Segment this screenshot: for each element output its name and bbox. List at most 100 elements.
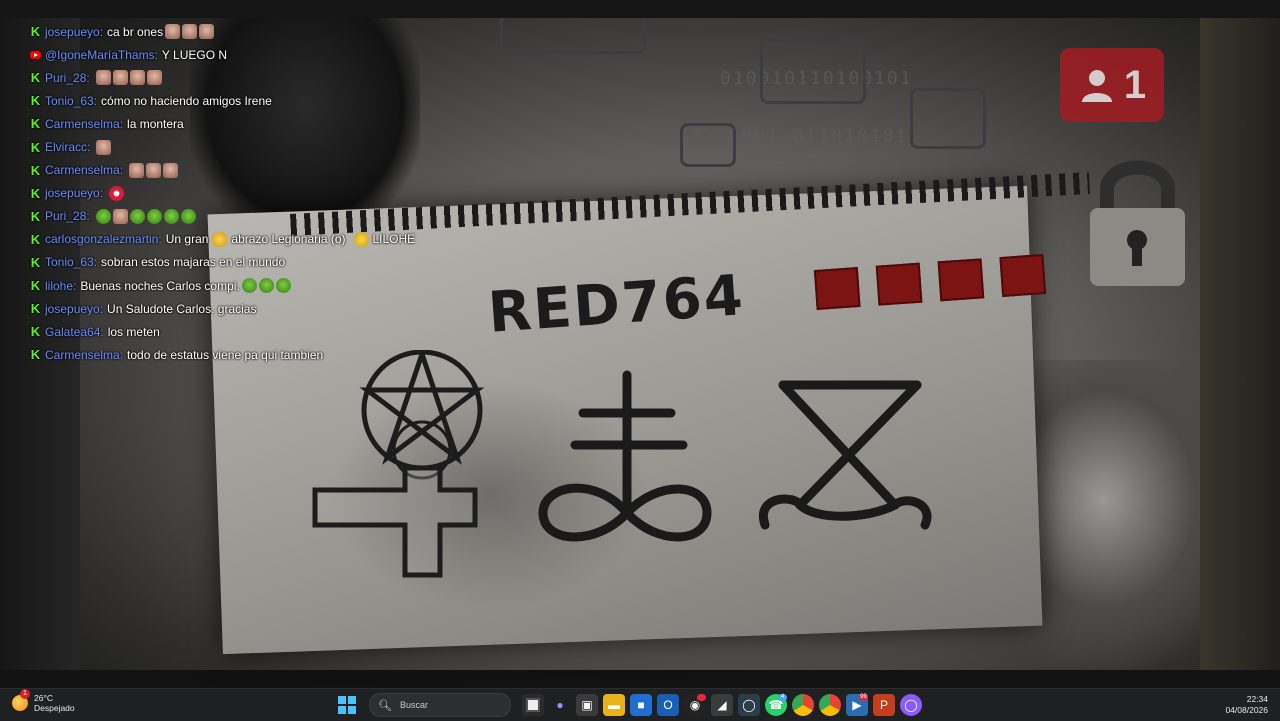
chat-message: K Tonio_63: cómo no haciendo amigos Iren… [30,89,490,112]
sun-icon: 1 [12,689,30,711]
face-emote-icon [96,139,112,155]
chat-text: la montera [127,116,184,131]
sigil-symbol [758,380,932,530]
chat-text: Y LUEGO N [161,47,228,62]
chat-username[interactable]: @IgoneMaríaThams: [45,48,158,62]
chrome-icon[interactable] [792,694,814,716]
red-square [999,254,1047,297]
chat-text: Un Saludote Carlos. gracias [107,301,257,316]
chat-username[interactable]: Galatea64: [45,325,104,339]
clock-date: 04/08/2026 [1225,705,1268,715]
kick-icon: K [30,70,41,86]
red-square [813,267,861,310]
notification-badge: 1 [1060,48,1164,122]
kick-icon: K [30,116,41,132]
chat-username[interactable]: Carmenselma: [45,348,123,362]
kick-icon: K [30,301,41,317]
chat-username[interactable]: Tonio_63: [45,94,97,108]
whatsapp-badge: 4 [778,694,787,701]
smiley-emote-icon [353,231,369,247]
face-emote-icon [163,162,179,178]
chat-username[interactable]: Carmenselma: [45,117,123,131]
app-icon-2[interactable]: ▶ 99 [846,694,868,716]
windows-start-icon[interactable] [336,694,358,716]
face-emote-icon [199,24,215,40]
chat-text: los meten [107,324,160,339]
bottom-frame [0,670,1280,688]
face-emote-icon [129,70,145,86]
chat-username[interactable]: josepueyo: [45,302,103,316]
face-emote-icon [165,24,181,40]
chat-username[interactable]: Carmenselma: [45,163,123,177]
user-icon [1081,70,1112,102]
chat-username[interactable]: Puri_28: [45,71,90,85]
chat-message: K Puri_28: [30,66,490,89]
green-emote-icon [146,208,162,224]
red-square [875,262,923,306]
chat-username[interactable]: josepueyo: [45,25,103,39]
weather-widget[interactable]: 1 26°C Despejado [12,689,75,713]
store-icon[interactable]: ■ [630,694,652,716]
weather-temp: 26°C [34,693,53,703]
system-clock[interactable]: 22:34 04/08/2026 [1225,694,1268,716]
chat-username[interactable]: josepueyo: [45,186,103,200]
face-emote-icon [95,70,111,86]
face-emote-icon [146,162,162,178]
taskbar-apps: 🔍︎ Buscar ● ▣ ▬ ■ O ◉ ◢ ◯ ☎ 4 ▶ 99 P ◯ [336,693,922,717]
chat-username[interactable]: Elviracc: [45,140,90,154]
green-emote-icon [275,278,291,294]
chat-text: cómo no haciendo amigos Irene [101,93,272,108]
obs-icon[interactable]: ◉ [684,694,706,716]
chat-message: @IgoneMaríaThams: Y LUEGO N [30,43,490,66]
red-square [937,258,985,302]
whatsapp-icon[interactable]: ☎ 4 [765,694,787,716]
kick-icon: K [30,162,41,178]
chat-overlay: K josepueyo: ca br ones @IgoneMaríaThams… [30,20,490,366]
kick-icon: K [30,139,41,155]
search-box[interactable]: 🔍︎ Buscar [369,693,511,717]
chat-message: K Puri_28: [30,205,490,228]
weather-text: 26°C Despejado [34,693,75,713]
teams-icon[interactable]: ● [549,694,571,716]
chat-message: K Galatea64: los meten [30,320,490,343]
chat-message: K carlosgonzalezmartin: Un gran abrazo L… [30,228,490,251]
chat-bubble-deco [680,123,736,167]
edge-icon[interactable]: ◯ [738,694,760,716]
chat-username[interactable]: Puri_28: [45,209,90,223]
app-badge: 99 [859,694,868,701]
chat-bubble-deco [760,38,866,104]
outlook-icon[interactable]: O [657,694,679,716]
padlock-icon [1090,160,1185,286]
chat-message: K Tonio_63: sobran estos majaras en el m… [30,251,490,274]
taskbar: 1 26°C Despejado 🔍︎ Buscar ● ▣ ▬ ■ O ◉ ◢… [0,688,1280,721]
kick-icon: K [30,254,41,270]
circle-app-icon[interactable]: ◯ [900,694,922,716]
search-placeholder: Buscar [399,700,428,710]
clock-time: 22:34 [1246,694,1268,704]
green-emote-icon [95,208,111,224]
chat-bubble-deco [500,18,646,54]
app-icon[interactable]: ▣ [576,694,598,716]
chat-bubble-deco [910,88,986,149]
chat-username[interactable]: Tonio_63: [45,255,97,269]
kick-icon: K [30,208,41,224]
task-view-icon[interactable] [522,694,544,716]
chrome-profile-icon[interactable] [819,694,841,716]
youtube-icon [30,50,41,59]
chat-username[interactable]: carlosgonzalezmartin: [45,232,162,246]
kick-icon: K [30,93,41,109]
pentagram-cross-symbol [312,350,485,578]
chat-username[interactable]: lilohe: [45,279,76,293]
green-emote-icon [129,208,145,224]
cube-icon[interactable]: ◢ [711,694,733,716]
chat-text: LILOHE [372,232,416,247]
green-emote-icon [241,278,257,294]
chat-message: K josepueyo: [30,182,490,205]
kick-icon: K [30,231,41,247]
powerpoint-icon[interactable]: P [873,694,895,716]
chat-text: Buenas noches Carlos compi. [80,278,240,293]
red-circle-emote-icon [109,185,125,201]
file-explorer-icon[interactable]: ▬ [603,694,625,716]
kick-icon: K [30,185,41,201]
chat-message: K Carmenselma: la montera [30,112,490,135]
